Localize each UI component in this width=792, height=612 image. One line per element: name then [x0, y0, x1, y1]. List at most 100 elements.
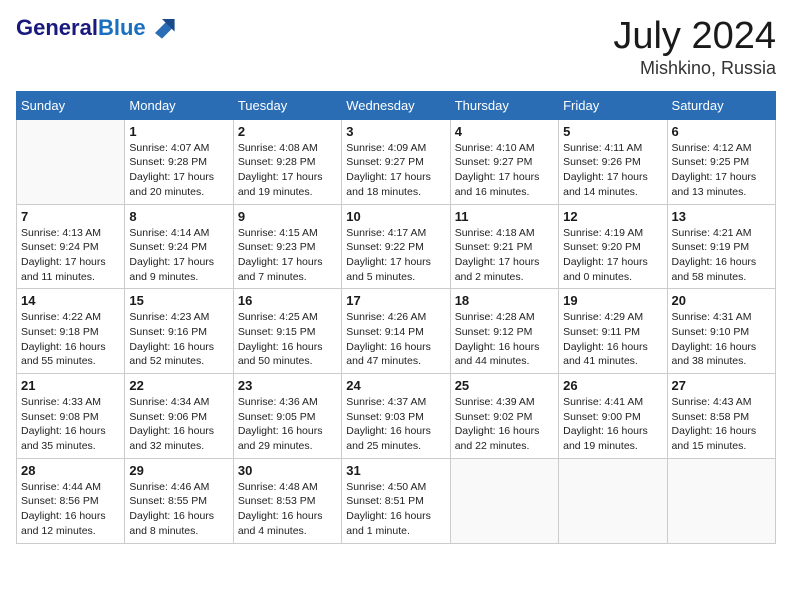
day-number: 24: [346, 378, 445, 393]
day-number: 21: [21, 378, 120, 393]
day-info: Sunrise: 4:26 AMSunset: 9:14 PMDaylight:…: [346, 310, 445, 369]
day-number: 20: [672, 293, 771, 308]
calendar-week-row: 21 Sunrise: 4:33 AMSunset: 9:08 PMDayligh…: [17, 374, 776, 459]
day-info: Sunrise: 4:10 AMSunset: 9:27 PMDaylight:…: [455, 141, 554, 200]
day-info: Sunrise: 4:41 AMSunset: 9:00 PMDaylight:…: [563, 395, 662, 454]
calendar-day-cell: 9Sunrise: 4:15 AMSunset: 9:23 PMDaylight…: [233, 204, 341, 289]
day-info: Sunrise: 4:50 AMSunset: 8:51 PMDaylight:…: [346, 480, 445, 539]
day-info: Sunrise: 4:07 AMSunset: 9:28 PMDaylight:…: [129, 141, 228, 200]
title-block: July 2024 Mishkino, Russia: [613, 16, 776, 79]
day-number: 6: [672, 124, 771, 139]
month-title: July 2024: [613, 16, 776, 58]
calendar-day-cell: 13Sunrise: 4:21 AMSunset: 9:19 PMDayligh…: [667, 204, 775, 289]
calendar-day-cell: 8 Sunrise: 4:14 AMSunset: 9:24 PMDaylight…: [125, 204, 233, 289]
calendar-week-row: 28 Sunrise: 4:44 AMSunset: 8:56 PMDayligh…: [17, 458, 776, 543]
day-info: Sunrise: 4:18 AMSunset: 9:21 PMDaylight:…: [455, 226, 554, 285]
calendar-week-row: 7 Sunrise: 4:13 AMSunset: 9:24 PMDaylight…: [17, 204, 776, 289]
calendar-day-cell: [17, 119, 125, 204]
day-info: Sunrise: 4:39 AMSunset: 9:02 PMDaylight:…: [455, 395, 554, 454]
day-info: Sunrise: 4:13 AMSunset: 9:24 PMDaylight:…: [21, 226, 120, 285]
logo-text: GeneralBlue: [16, 16, 146, 40]
calendar-day-cell: 28 Sunrise: 4:44 AMSunset: 8:56 PMDayligh…: [17, 458, 125, 543]
day-info: Sunrise: 4:21 AMSunset: 9:19 PMDaylight:…: [672, 226, 771, 285]
calendar-day-cell: 16 Sunrise: 4:25 AMSunset: 9:15 PMDayligh…: [233, 289, 341, 374]
day-number: 12: [563, 209, 662, 224]
day-number: 3: [346, 124, 445, 139]
day-info: Sunrise: 4:15 AMSunset: 9:23 PMDaylight:…: [238, 226, 337, 285]
calendar-day-cell: 17 Sunrise: 4:26 AMSunset: 9:14 PMDayligh…: [342, 289, 450, 374]
calendar-day-cell: 30Sunrise: 4:48 AMSunset: 8:53 PMDayligh…: [233, 458, 341, 543]
day-number: 8: [129, 209, 228, 224]
calendar-day-cell: 25 Sunrise: 4:39 AMSunset: 9:02 PMDayligh…: [450, 374, 558, 459]
day-info: Sunrise: 4:17 AMSunset: 9:22 PMDaylight:…: [346, 226, 445, 285]
calendar-day-cell: 4 Sunrise: 4:10 AMSunset: 9:27 PMDaylight…: [450, 119, 558, 204]
day-number: 1: [129, 124, 228, 139]
day-number: 7: [21, 209, 120, 224]
day-number: 22: [129, 378, 228, 393]
calendar-day-cell: 15Sunrise: 4:23 AMSunset: 9:16 PMDayligh…: [125, 289, 233, 374]
day-info: Sunrise: 4:43 AMSunset: 8:58 PMDaylight:…: [672, 395, 771, 454]
day-number: 4: [455, 124, 554, 139]
calendar-day-cell: 22 Sunrise: 4:34 AMSunset: 9:06 PMDayligh…: [125, 374, 233, 459]
calendar-day-cell: 5Sunrise: 4:11 AMSunset: 9:26 PMDaylight…: [559, 119, 667, 204]
calendar-day-cell: 12 Sunrise: 4:19 AMSunset: 9:20 PMDayligh…: [559, 204, 667, 289]
day-number: 10: [346, 209, 445, 224]
weekday-header: Wednesday: [342, 91, 450, 119]
day-info: Sunrise: 4:31 AMSunset: 9:10 PMDaylight:…: [672, 310, 771, 369]
calendar-day-cell: 24 Sunrise: 4:37 AMSunset: 9:03 PMDayligh…: [342, 374, 450, 459]
calendar-day-cell: 23 Sunrise: 4:36 AMSunset: 9:05 PMDayligh…: [233, 374, 341, 459]
day-info: Sunrise: 4:34 AMSunset: 9:06 PMDaylight:…: [129, 395, 228, 454]
day-number: 27: [672, 378, 771, 393]
day-info: Sunrise: 4:14 AMSunset: 9:24 PMDaylight:…: [129, 226, 228, 285]
day-info: Sunrise: 4:46 AMSunset: 8:55 PMDaylight:…: [129, 480, 228, 539]
day-info: Sunrise: 4:25 AMSunset: 9:15 PMDaylight:…: [238, 310, 337, 369]
day-info: Sunrise: 4:11 AMSunset: 9:26 PMDaylight:…: [563, 141, 662, 200]
day-number: 25: [455, 378, 554, 393]
day-number: 18: [455, 293, 554, 308]
calendar-table: SundayMondayTuesdayWednesdayThursdayFrid…: [16, 91, 776, 544]
day-number: 16: [238, 293, 337, 308]
day-info: Sunrise: 4:44 AMSunset: 8:56 PMDaylight:…: [21, 480, 120, 539]
day-number: 26: [563, 378, 662, 393]
day-info: Sunrise: 4:36 AMSunset: 9:05 PMDaylight:…: [238, 395, 337, 454]
page-header: GeneralBlue July 2024 Mishkino, Russia: [16, 16, 776, 79]
calendar-day-cell: 3 Sunrise: 4:09 AMSunset: 9:27 PMDaylight…: [342, 119, 450, 204]
logo-icon: [148, 12, 176, 40]
calendar-day-cell: 21 Sunrise: 4:33 AMSunset: 9:08 PMDayligh…: [17, 374, 125, 459]
day-info: Sunrise: 4:33 AMSunset: 9:08 PMDaylight:…: [21, 395, 120, 454]
day-info: Sunrise: 4:08 AMSunset: 9:28 PMDaylight:…: [238, 141, 337, 200]
calendar-day-cell: 11 Sunrise: 4:18 AMSunset: 9:21 PMDayligh…: [450, 204, 558, 289]
calendar-day-cell: 10 Sunrise: 4:17 AMSunset: 9:22 PMDayligh…: [342, 204, 450, 289]
weekday-header: Saturday: [667, 91, 775, 119]
day-number: 19: [563, 293, 662, 308]
day-info: Sunrise: 4:37 AMSunset: 9:03 PMDaylight:…: [346, 395, 445, 454]
day-number: 11: [455, 209, 554, 224]
day-number: 28: [21, 463, 120, 478]
calendar-day-cell: 26 Sunrise: 4:41 AMSunset: 9:00 PMDayligh…: [559, 374, 667, 459]
day-number: 17: [346, 293, 445, 308]
day-info: Sunrise: 4:09 AMSunset: 9:27 PMDaylight:…: [346, 141, 445, 200]
calendar-week-row: 14 Sunrise: 4:22 AMSunset: 9:18 PMDayligh…: [17, 289, 776, 374]
calendar-day-cell: 19Sunrise: 4:29 AMSunset: 9:11 PMDayligh…: [559, 289, 667, 374]
calendar-day-cell: [559, 458, 667, 543]
day-info: Sunrise: 4:48 AMSunset: 8:53 PMDaylight:…: [238, 480, 337, 539]
calendar-day-cell: 20 Sunrise: 4:31 AMSunset: 9:10 PMDayligh…: [667, 289, 775, 374]
weekday-header-row: SundayMondayTuesdayWednesdayThursdayFrid…: [17, 91, 776, 119]
day-number: 29: [129, 463, 228, 478]
calendar-day-cell: [450, 458, 558, 543]
day-number: 23: [238, 378, 337, 393]
logo: GeneralBlue: [16, 16, 176, 40]
calendar-day-cell: 31 Sunrise: 4:50 AMSunset: 8:51 PMDayligh…: [342, 458, 450, 543]
location: Mishkino, Russia: [613, 58, 776, 79]
day-number: 2: [238, 124, 337, 139]
day-number: 14: [21, 293, 120, 308]
weekday-header: Tuesday: [233, 91, 341, 119]
calendar-day-cell: 6Sunrise: 4:12 AMSunset: 9:25 PMDaylight…: [667, 119, 775, 204]
day-info: Sunrise: 4:19 AMSunset: 9:20 PMDaylight:…: [563, 226, 662, 285]
calendar-day-cell: 1 Sunrise: 4:07 AMSunset: 9:28 PMDaylight…: [125, 119, 233, 204]
day-info: Sunrise: 4:22 AMSunset: 9:18 PMDaylight:…: [21, 310, 120, 369]
calendar-day-cell: 14 Sunrise: 4:22 AMSunset: 9:18 PMDayligh…: [17, 289, 125, 374]
day-number: 31: [346, 463, 445, 478]
weekday-header: Monday: [125, 91, 233, 119]
calendar-day-cell: 18Sunrise: 4:28 AMSunset: 9:12 PMDayligh…: [450, 289, 558, 374]
